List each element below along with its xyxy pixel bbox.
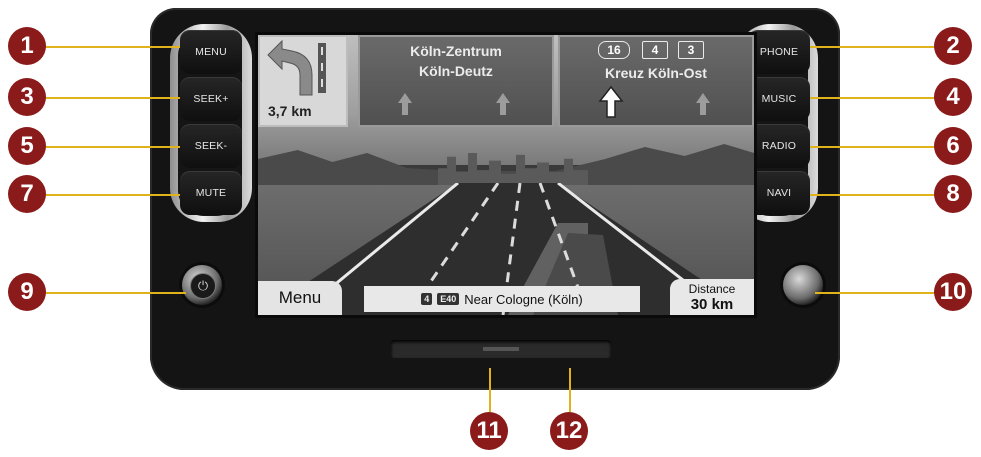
leader-line bbox=[810, 97, 940, 99]
callout-badge-2: 2 bbox=[934, 27, 972, 65]
power-volume-knob[interactable]: ⏻ bbox=[182, 265, 222, 305]
leader-line bbox=[810, 146, 940, 148]
turn-arrow-icon bbox=[267, 39, 326, 96]
music-button[interactable]: MUSIC bbox=[748, 77, 810, 121]
navi-button[interactable]: NAVI bbox=[748, 171, 810, 215]
slot-opening bbox=[483, 347, 519, 351]
route-shield: 16 bbox=[598, 41, 630, 59]
callout-badge-7: 7 bbox=[8, 175, 46, 213]
callout-badge-3: 3 bbox=[8, 78, 46, 116]
lane-arrow-stem bbox=[402, 103, 408, 115]
route-badge: 4 bbox=[421, 293, 433, 305]
lane-arrow-stem bbox=[700, 103, 706, 115]
leader-line bbox=[489, 368, 491, 412]
callout-badge-1: 1 bbox=[8, 27, 46, 65]
leader-line bbox=[40, 97, 180, 99]
leader-line bbox=[40, 146, 180, 148]
lane-arrow-icon bbox=[496, 93, 510, 103]
turn-distance: 3,7 km bbox=[268, 103, 312, 119]
navigation-screen[interactable]: 3,7 km Köln-Zentrum Köln-Deutz 16 4 3 Kr… bbox=[255, 32, 757, 318]
lane-arrow-icon bbox=[696, 93, 710, 103]
direction-sign-left: Köln-Zentrum Köln-Deutz bbox=[358, 35, 554, 127]
current-street-bar: 4 E40 Near Cologne (Köln) bbox=[364, 286, 640, 312]
tuning-knob[interactable] bbox=[783, 265, 823, 305]
leader-line bbox=[40, 194, 180, 196]
distance-value: 30 km bbox=[690, 296, 734, 313]
leader-line bbox=[40, 46, 180, 48]
callout-badge-4: 4 bbox=[934, 78, 972, 116]
callout-badge-12: 12 bbox=[550, 412, 588, 450]
leader-line bbox=[810, 194, 940, 196]
power-icon: ⏻ bbox=[190, 273, 216, 299]
callout-badge-11: 11 bbox=[470, 412, 508, 450]
callout-badge-6: 6 bbox=[934, 127, 972, 165]
callout-badge-5: 5 bbox=[8, 127, 46, 165]
route-shield: 4 bbox=[642, 41, 668, 59]
callout-badge-10: 10 bbox=[934, 273, 972, 311]
callout-badge-9: 9 bbox=[8, 273, 46, 311]
sign-destination-2: Köln-Deutz bbox=[419, 63, 493, 79]
lane-arrow-icon bbox=[398, 93, 412, 103]
leader-line bbox=[569, 368, 571, 412]
distance-panel[interactable]: Distance 30 km bbox=[670, 279, 754, 315]
callout-badge-8: 8 bbox=[934, 175, 972, 213]
lane-arrow-stem bbox=[500, 103, 506, 115]
leader-line bbox=[810, 46, 940, 48]
seek-minus-button[interactable]: SEEK- bbox=[180, 124, 242, 168]
route-shield: 3 bbox=[678, 41, 704, 59]
sign-destination-1: Köln-Zentrum bbox=[410, 43, 502, 59]
active-lane-arrow-icon bbox=[598, 85, 624, 118]
radio-button[interactable]: RADIO bbox=[748, 124, 810, 168]
screen-menu-button[interactable]: Menu bbox=[258, 281, 342, 315]
menu-button[interactable]: MENU bbox=[180, 30, 242, 74]
leader-line bbox=[40, 292, 186, 294]
street-name: Near Cologne (Köln) bbox=[464, 291, 583, 307]
turn-indicator-sign: 3,7 km bbox=[258, 35, 348, 127]
direction-sign-right: 16 4 3 Kreuz Köln-Ost bbox=[558, 35, 754, 127]
card-slot[interactable] bbox=[391, 340, 611, 358]
seek-plus-button[interactable]: SEEK+ bbox=[180, 77, 242, 121]
distance-label: Distance bbox=[688, 282, 736, 296]
euro-route-badge: E40 bbox=[437, 293, 460, 305]
sign-destination: Kreuz Köln-Ost bbox=[605, 65, 707, 81]
leader-line bbox=[815, 292, 940, 294]
phone-button[interactable]: PHONE bbox=[748, 30, 810, 74]
mute-button[interactable]: MUTE bbox=[180, 171, 242, 215]
